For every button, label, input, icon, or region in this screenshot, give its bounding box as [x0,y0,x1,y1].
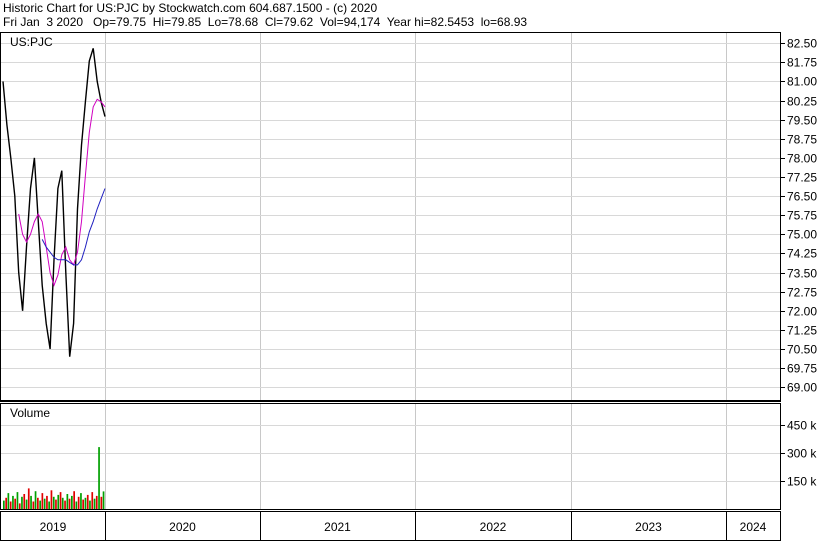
price-tick-label: 72.00 [787,305,817,319]
price-tick-label: 73.50 [787,267,817,281]
volume-bar [95,495,98,509]
volume-bar [39,500,41,509]
year-label: 2022 [480,520,507,534]
volume-bar [52,496,55,509]
volume-bar [86,494,89,509]
volume-bar [75,501,78,509]
price-tick-label: 75.00 [787,228,817,242]
volume-tick-label: 450 k [787,419,817,433]
price-tick-label: 72.75 [787,286,817,300]
volume-axis: 450 k 300 k 150 k [780,419,817,489]
price-tick-label: 76.50 [787,190,817,204]
year-axis-frame [0,511,781,541]
price-axis: 82.50 81.75 81.00 80.25 79.50 78.75 78.00 77.25… [780,37,817,395]
volume-bar [89,500,91,509]
volume-bar [32,501,35,509]
price-tick-label: 71.25 [787,324,817,338]
year-label: 2023 [635,520,662,534]
volume-panel-frame [0,403,781,510]
price-tick-label: 70.50 [787,343,817,357]
volume-bar [18,503,21,509]
symbol-label: US:PJC [10,35,53,49]
volume-bar [68,498,71,509]
volume-bar [66,494,69,509]
volume-bar [91,492,94,509]
volume-bar [25,499,28,509]
volume-bar [46,495,48,509]
volume-bar [102,491,105,509]
price-tick-label: 81.00 [787,75,817,89]
volume-bar [84,497,87,510]
volume-tick-label: 150 k [787,475,817,489]
volume-bar [59,492,62,509]
price-tick-label: 69.75 [787,362,817,376]
year-label: 2021 [324,520,351,534]
volume-tick-label: 300 k [787,447,817,461]
price-tick-label: 81.75 [787,56,817,70]
volume-label: Volume [10,406,51,420]
volume-bar [82,499,84,509]
price-tick-label: 80.25 [787,95,817,109]
volume-bar [37,497,39,510]
volume-bar [57,494,60,509]
volume-bar [7,493,10,509]
volume-bar [50,490,53,510]
price-tick-label: 78.00 [787,152,817,166]
volume-bar [77,496,80,509]
volume-bar [43,498,46,509]
volume-bar [5,497,7,510]
price-panel-frame [0,32,781,401]
price-tick-label: 79.50 [787,114,817,128]
volume-bar [27,488,30,509]
volume-bar [93,498,96,509]
price-tick-label: 78.75 [787,133,817,147]
volume-bar [98,447,100,509]
volume-bar [21,496,23,509]
volume-bar [14,498,16,509]
volume-bar [12,495,14,509]
volume-bar [9,501,12,509]
volume-bar [64,500,66,509]
volume-bar [3,500,5,509]
volume-bar [71,495,73,509]
volume-bar [61,497,64,510]
price-tick-label: 82.50 [787,37,817,51]
volume-bar [80,493,82,509]
price-tick-label: 77.25 [787,171,817,185]
volume-bar [30,495,32,509]
volume-bar [34,491,37,509]
price-tick-label: 75.75 [787,209,817,223]
volume-bar [23,494,26,509]
volume-bar [55,499,57,509]
volume-bar [16,492,19,509]
volume-bar [41,493,44,509]
year-label: 2020 [169,520,196,534]
volume-bar [48,501,50,509]
price-tick-label: 74.25 [787,247,817,261]
year-label: 2019 [40,520,67,534]
year-label: 2024 [740,520,767,534]
price-tick-label: 69.00 [787,381,817,395]
stock-chart: 82.50 81.75 81.00 80.25 79.50 78.75 78.00 77.25… [0,32,817,541]
volume-bar [100,496,103,509]
volume-bar [73,491,75,509]
